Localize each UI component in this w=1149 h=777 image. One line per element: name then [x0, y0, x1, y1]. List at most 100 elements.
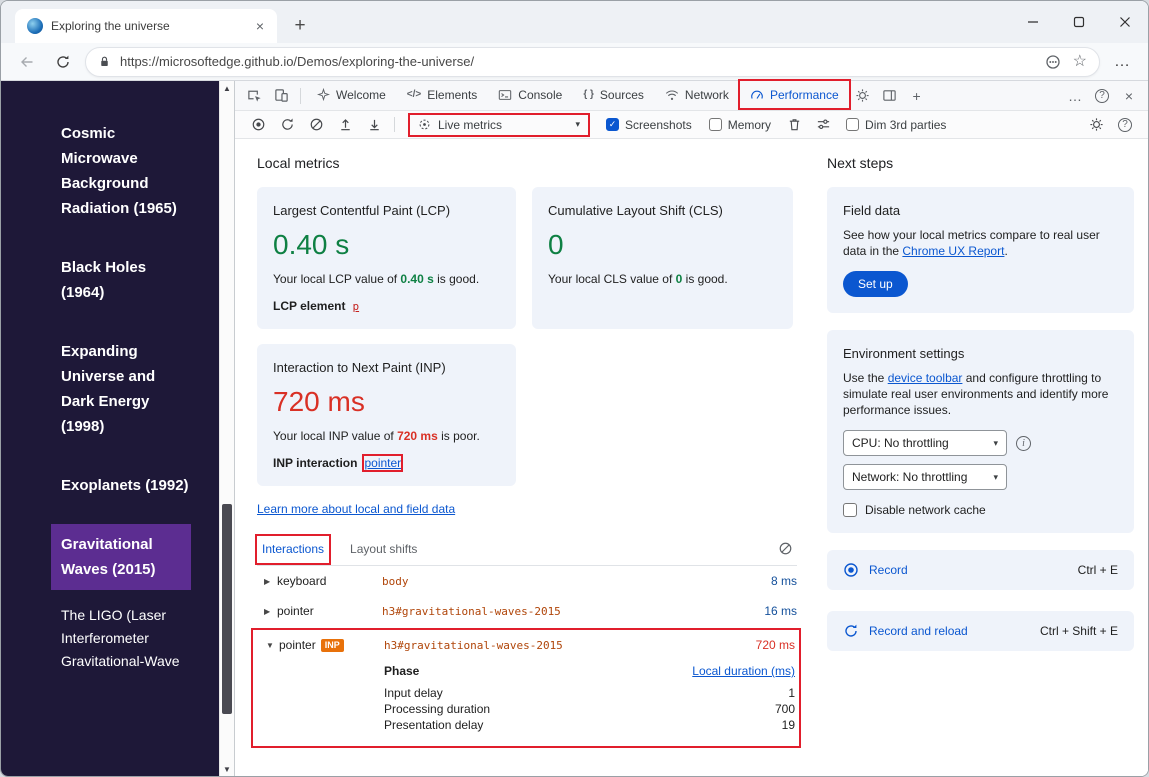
devtools-settings-gear-icon[interactable] [850, 84, 876, 108]
nav-item-cosmic-microwave[interactable]: Cosmic Microwave Background Radiation (1… [61, 121, 191, 221]
dock-side-icon[interactable] [877, 84, 903, 108]
environment-settings-card: Environment settings Use the device tool… [827, 330, 1134, 533]
lock-icon[interactable] [98, 55, 111, 68]
interaction-target-link[interactable]: body [382, 575, 717, 588]
more-options-icon[interactable]: … [1062, 84, 1088, 108]
url-text[interactable]: https://microsoftedge.github.io/Demos/ex… [120, 54, 1036, 69]
devtools-panel: Welcome </> Elements Console { } Sources [234, 81, 1148, 777]
nav-item-exoplanets[interactable]: Exoplanets (1992) [61, 473, 191, 498]
close-devtools-button[interactable]: × [1116, 84, 1142, 108]
tab-interactions[interactable]: Interactions [257, 536, 329, 565]
tab-welcome[interactable]: Welcome [307, 81, 396, 110]
interaction-row-keyboard[interactable]: ▶ keyboard body 8 ms [257, 566, 797, 596]
lcp-title: Largest Contentful Paint (LCP) [273, 203, 500, 218]
live-metrics-icon [418, 118, 431, 131]
cls-title: Cumulative Layout Shift (CLS) [548, 203, 777, 218]
record-button[interactable] [245, 114, 271, 136]
new-tab-button[interactable]: + [285, 11, 315, 41]
tab-network[interactable]: Performance Network [655, 81, 739, 110]
lcp-element-link[interactable]: p [352, 300, 359, 313]
address-bar[interactable]: https://microsoftedge.github.io/Demos/ex… [85, 47, 1100, 77]
toolbar-help-icon[interactable]: ? [1112, 114, 1138, 136]
load-profile-icon[interactable] [332, 114, 358, 136]
page-permissions-icon[interactable] [1045, 54, 1061, 70]
interaction-target-link[interactable]: h3#gravitational-waves-2015 [382, 605, 717, 618]
memory-checkbox[interactable]: Memory [702, 118, 778, 132]
network-throttling-select[interactable]: Network: No throttling ▾ [843, 464, 1007, 490]
window-content: Cosmic Microwave Background Radiation (1… [1, 81, 1148, 777]
refresh-button[interactable] [49, 48, 77, 76]
inp-interaction-link[interactable]: pointer [364, 456, 401, 470]
interaction-target-link[interactable]: h3#gravitational-waves-2015 [384, 639, 715, 652]
scroll-up-icon[interactable]: ▲ [220, 81, 234, 96]
checkbox-icon [846, 118, 859, 131]
record-and-reload-button[interactable] [274, 114, 300, 136]
trash-icon[interactable] [781, 114, 807, 136]
memory-label: Memory [728, 118, 771, 132]
nav-sub-item-ligo[interactable]: The LIGO (Laser Interferometer Gravitati… [61, 604, 191, 673]
dim-3rd-parties-checkbox[interactable]: Dim 3rd parties [839, 118, 953, 132]
lcp-value: 0.40 s [273, 229, 500, 261]
tab-layout-shifts[interactable]: Layout shifts [345, 536, 422, 565]
screenshots-checkbox[interactable]: ✓ Screenshots [599, 118, 699, 132]
live-metrics-dropdown[interactable]: Live metrics ▾ [410, 115, 588, 135]
clear-button[interactable] [303, 114, 329, 136]
expand-arrow-icon[interactable]: ▶ [257, 577, 277, 586]
chrome-ux-report-link[interactable]: Chrome UX Report [902, 244, 1004, 258]
device-emulation-icon[interactable] [268, 84, 294, 108]
devtools-tab-bar: Welcome </> Elements Console { } Sources [235, 81, 1148, 111]
throttling-sliders-icon[interactable] [810, 114, 836, 136]
set-up-button[interactable]: Set up [843, 271, 908, 297]
back-button[interactable] [13, 48, 41, 76]
inp-value: 720 ms [273, 386, 500, 418]
interaction-type: pointer [279, 638, 316, 652]
nav-item-expanding-universe[interactable]: Expanding Universe and Dark Energy (1998… [61, 339, 191, 439]
browser-menu-button[interactable]: … [1108, 48, 1136, 76]
scrollbar-thumb[interactable] [222, 504, 232, 714]
divider [300, 88, 301, 104]
add-panel-button[interactable]: + [904, 84, 930, 108]
tab-close-icon[interactable]: × [251, 18, 269, 34]
browser-tab[interactable]: Exploring the universe × [15, 9, 277, 43]
local-duration-link[interactable]: Local duration (ms) [692, 664, 795, 678]
inspect-element-icon[interactable] [241, 84, 267, 108]
network-icon [665, 88, 679, 102]
cls-card: Cumulative Layout Shift (CLS) 0 Your loc… [532, 187, 793, 329]
close-window-button[interactable] [1102, 1, 1148, 43]
checkbox-icon [843, 503, 857, 517]
device-toolbar-link[interactable]: device toolbar [888, 371, 963, 385]
maximize-button[interactable] [1056, 1, 1102, 43]
tab-elements[interactable]: </> Elements [397, 81, 488, 110]
clear-log-icon[interactable] [774, 541, 797, 561]
nav-item-gravitational-waves[interactable]: Gravitational Waves (2015) [51, 524, 191, 590]
sources-icon: { } [583, 89, 594, 100]
learn-more-link[interactable]: Learn more about local and field data [257, 502, 455, 516]
scroll-down-icon[interactable]: ▼ [220, 762, 234, 777]
phase-breakdown-table: Phase Local duration (ms) Input delay 1 … [384, 664, 795, 733]
minimize-button[interactable] [1010, 1, 1056, 43]
favorite-star-icon[interactable]: ☆ [1073, 54, 1087, 70]
inp-title: Interaction to Next Paint (INP) [273, 360, 500, 375]
phase-row-presentation-delay: Presentation delay 19 [384, 717, 795, 733]
collapse-arrow-icon[interactable]: ▼ [259, 641, 279, 650]
tab-sources[interactable]: { } Sources [573, 81, 654, 110]
divider [394, 117, 395, 132]
tab-performance[interactable]: Performance [740, 81, 849, 110]
console-icon [498, 88, 512, 102]
record-and-reload-card[interactable]: Record and reload Ctrl + Shift + E [827, 611, 1134, 651]
interaction-row-pointer-inp[interactable]: ▼ pointer INP h3#gravitational-waves-201… [259, 630, 795, 660]
page-scrollbar[interactable]: ▲ ▼ [219, 81, 234, 777]
next-steps-column: Next steps Field data See how your local… [819, 139, 1148, 777]
cpu-throttling-select[interactable]: CPU: No throttling ▾ [843, 430, 1007, 456]
devtools-help-icon[interactable]: ? [1089, 84, 1115, 108]
info-icon[interactable]: i [1016, 436, 1031, 451]
interaction-row-pointer[interactable]: ▶ pointer h3#gravitational-waves-2015 16… [257, 596, 797, 626]
disable-network-cache-checkbox[interactable]: Disable network cache [843, 503, 1118, 517]
window-controls [1010, 1, 1148, 43]
nav-item-black-holes[interactable]: Black Holes (1964) [61, 255, 191, 305]
tab-console[interactable]: Console [488, 81, 572, 110]
expand-arrow-icon[interactable]: ▶ [257, 607, 277, 616]
save-profile-icon[interactable] [361, 114, 387, 136]
record-card[interactable]: Record Ctrl + E [827, 550, 1134, 590]
toolbar-settings-gear-icon[interactable] [1083, 114, 1109, 136]
